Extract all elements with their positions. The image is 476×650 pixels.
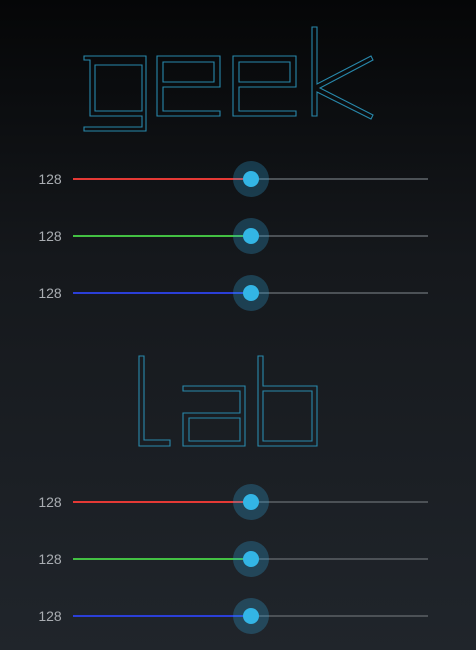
slider-row-red-2[interactable]: 128: [0, 482, 476, 522]
slider-thumb[interactable]: [242, 608, 259, 624]
slider-track-fill: [73, 235, 251, 237]
slider-row-blue-1[interactable]: 128: [0, 273, 476, 313]
slider-thumb[interactable]: [242, 228, 259, 244]
slider-track-fill: [73, 558, 251, 560]
slider-track-fill: [73, 501, 251, 503]
lab-logo: [0, 350, 476, 455]
slider-thumb[interactable]: [242, 494, 259, 510]
slider-track-fill: [73, 292, 251, 294]
slider-track-fill: [73, 615, 251, 617]
slider-thumb[interactable]: [242, 171, 259, 187]
slider-row-red-1[interactable]: 128: [0, 159, 476, 199]
slider-row-green-2[interactable]: 128: [0, 539, 476, 579]
slider-row-green-1[interactable]: 128: [0, 216, 476, 256]
slider-value-label: 128: [38, 171, 62, 187]
geek-logo: [0, 24, 476, 139]
slider-value-label: 128: [38, 285, 62, 301]
slider-thumb[interactable]: [242, 551, 259, 567]
slider-track-fill: [73, 178, 251, 180]
slider-value-label: 128: [38, 608, 62, 624]
slider-row-blue-2[interactable]: 128: [0, 596, 476, 636]
slider-thumb[interactable]: [242, 285, 259, 301]
slider-value-label: 128: [38, 551, 62, 567]
slider-value-label: 128: [38, 228, 62, 244]
slider-value-label: 128: [38, 494, 62, 510]
